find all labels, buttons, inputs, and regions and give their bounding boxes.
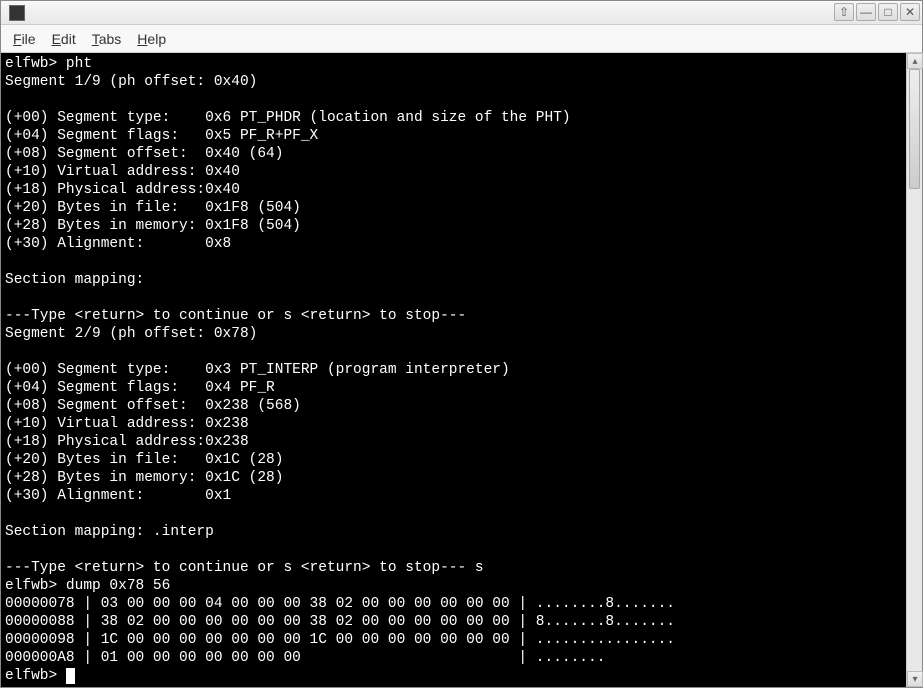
menu-help[interactable]: Help <box>131 29 172 49</box>
scroll-up-arrow[interactable]: ▴ <box>907 53 923 69</box>
pin-button[interactable]: ⇧ <box>834 3 854 21</box>
maximize-button[interactable]: □ <box>878 3 898 21</box>
titlebar-buttons: ⇧ — □ ✕ <box>834 3 920 21</box>
scroll-thumb[interactable] <box>909 69 920 189</box>
app-icon <box>9 5 25 21</box>
close-button[interactable]: ✕ <box>900 3 920 21</box>
scrollbar[interactable]: ▴ ▾ <box>906 53 922 687</box>
menu-file[interactable]: File <box>7 29 42 49</box>
terminal[interactable]: elfwb> pht Segment 1/9 (ph offset: 0x40)… <box>1 53 906 687</box>
window-titlebar: ⇧ — □ ✕ <box>1 1 922 25</box>
menubar: File Edit Tabs Help <box>1 25 922 53</box>
menu-tabs[interactable]: Tabs <box>86 29 128 49</box>
menu-edit[interactable]: Edit <box>46 29 82 49</box>
minimize-button[interactable]: — <box>856 3 876 21</box>
terminal-area: elfwb> pht Segment 1/9 (ph offset: 0x40)… <box>1 53 922 687</box>
scroll-down-arrow[interactable]: ▾ <box>907 671 923 687</box>
terminal-cursor <box>66 668 75 684</box>
